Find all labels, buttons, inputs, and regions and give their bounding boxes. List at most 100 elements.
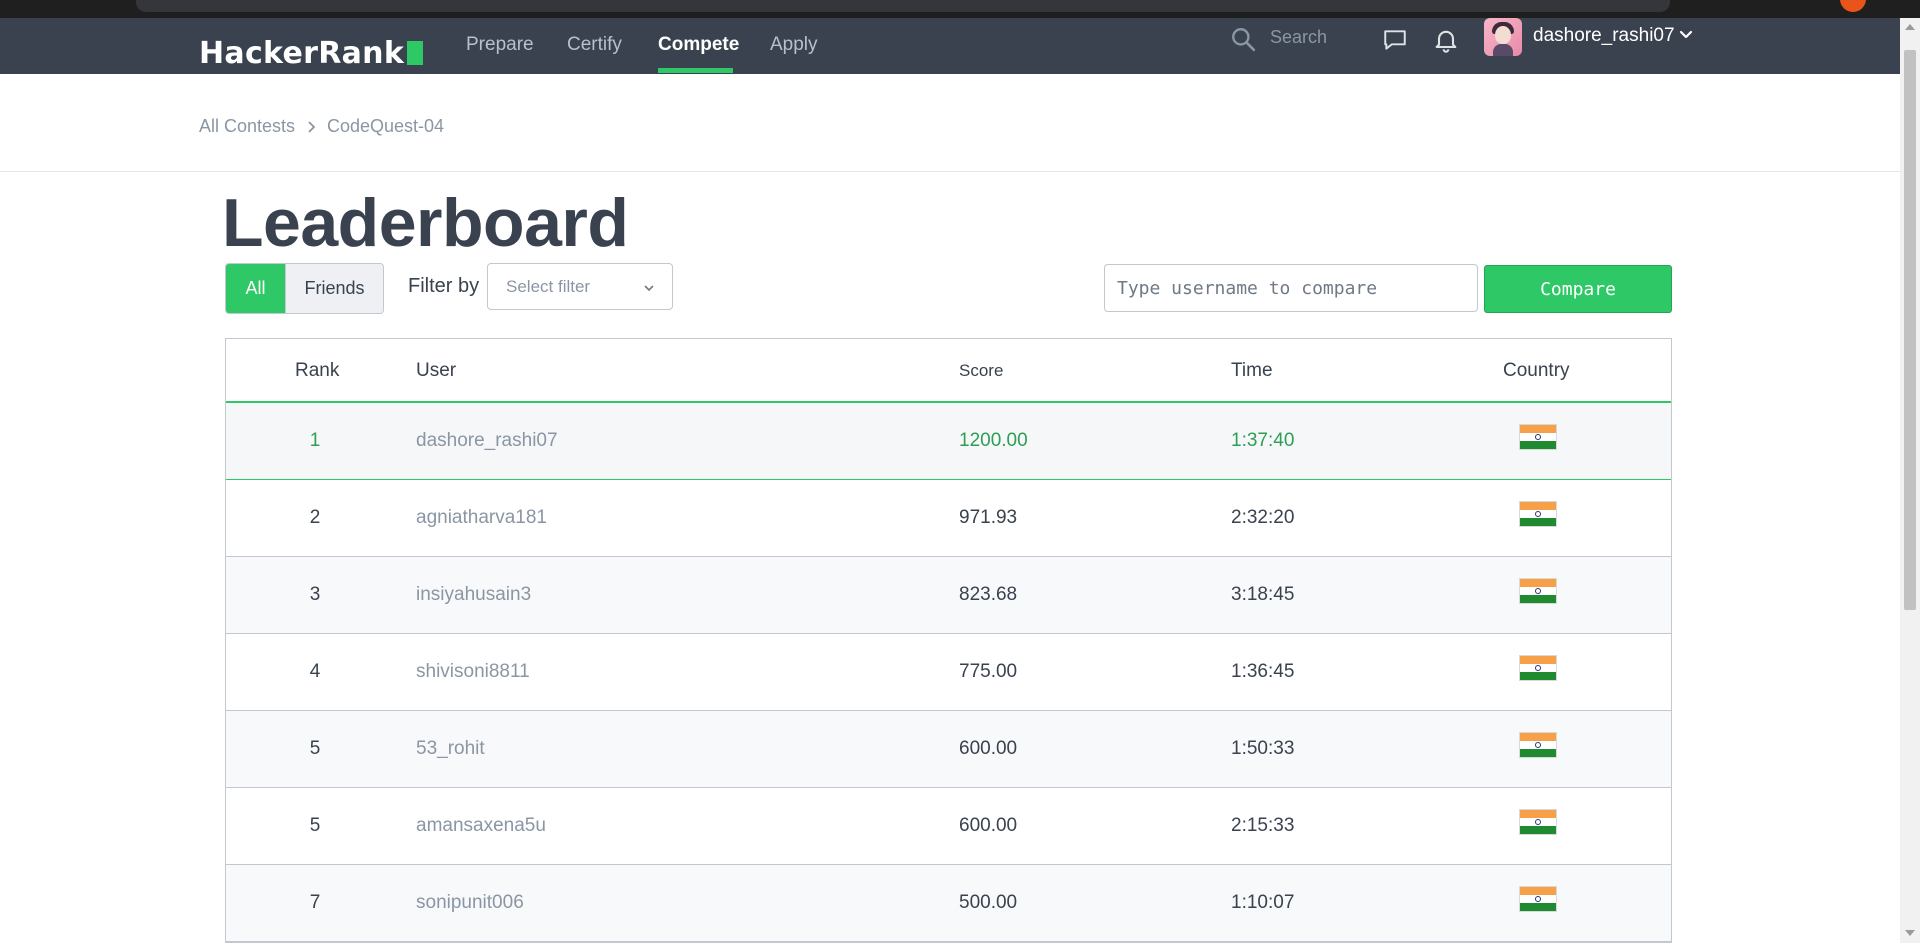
- user-link[interactable]: dashore_rashi07: [416, 430, 558, 452]
- table-row: 5 amansaxena5u 600.00 2:15:33: [226, 788, 1671, 865]
- time-cell: 3:18:45: [1231, 584, 1295, 605]
- compare-username-input[interactable]: [1104, 264, 1478, 312]
- flag-chakra-icon: [1535, 895, 1541, 902]
- search-icon[interactable]: [1230, 26, 1256, 52]
- table-body: 1 dashore_rashi07 1200.00 1:37:40 2 agniathar…: [226, 403, 1671, 942]
- active-tab-underline: [658, 68, 733, 73]
- time-cell: 1:37:40: [1231, 430, 1295, 451]
- nav-compete[interactable]: Compete: [658, 26, 739, 74]
- flag-white-band: [1520, 894, 1556, 903]
- flag-green-band: [1520, 518, 1556, 526]
- flag-chakra-icon: [1535, 818, 1541, 825]
- rank-cell: 5: [309, 738, 321, 759]
- scrollbar-thumb[interactable]: [1904, 50, 1916, 610]
- messages-icon[interactable]: [1382, 27, 1408, 53]
- nav-apply[interactable]: Apply: [770, 26, 818, 74]
- user-link[interactable]: shivisoni8811: [416, 661, 530, 683]
- user-link[interactable]: sonipunit006: [416, 892, 524, 914]
- breadcrumb-all-contests[interactable]: All Contests: [199, 116, 295, 137]
- flag-saffron-band: [1520, 425, 1556, 433]
- browser-address-bar[interactable]: [136, 0, 1670, 12]
- score-cell: 971.93: [959, 507, 1018, 528]
- browser-top-strip: [0, 0, 1920, 18]
- india-flag-icon: [1519, 424, 1557, 450]
- notifications-bell-icon[interactable]: [1432, 26, 1460, 54]
- flag-chakra-icon: [1535, 741, 1541, 748]
- flag-green-band: [1520, 826, 1556, 834]
- flag-saffron-band: [1520, 656, 1556, 664]
- scroll-up-arrow-icon[interactable]: [1905, 24, 1915, 30]
- flag-white-band: [1520, 586, 1556, 595]
- flag-saffron-band: [1520, 810, 1556, 818]
- rank-cell: 4: [309, 661, 321, 682]
- table-row: 3 insiyahusain3 823.68 3:18:45: [226, 557, 1671, 634]
- user-link[interactable]: insiyahusain3: [416, 584, 531, 606]
- top-navigation: HackerRank Prepare Certify Compete Apply…: [0, 18, 1900, 74]
- table-row: 1 dashore_rashi07 1200.00 1:37:40: [226, 403, 1671, 480]
- india-flag-icon: [1519, 732, 1557, 758]
- table-header: Rank User Score Time Country: [226, 339, 1671, 403]
- avatar-face: [1495, 26, 1511, 44]
- nav-prepare[interactable]: Prepare: [466, 26, 534, 74]
- india-flag-icon: [1519, 655, 1557, 681]
- filter-by-label: Filter by: [408, 275, 480, 297]
- table-row: 2 agniatharva181 971.93 2:32:20: [226, 480, 1671, 557]
- page-scrollbar[interactable]: [1900, 18, 1920, 943]
- flag-green-band: [1520, 903, 1556, 911]
- india-flag-icon: [1519, 809, 1557, 835]
- table-row: 4 shivisoni8811 775.00 1:36:45: [226, 634, 1671, 711]
- compare-button[interactable]: Compare: [1484, 265, 1672, 313]
- flag-white-band: [1520, 509, 1556, 518]
- browser-extension-badge[interactable]: [1840, 0, 1866, 12]
- rank-cell: 2: [309, 507, 321, 528]
- rank-cell: 3: [309, 584, 321, 605]
- header-country: Country: [1503, 360, 1570, 381]
- profile-username[interactable]: dashore_rashi07: [1533, 25, 1675, 47]
- header-time: Time: [1231, 360, 1273, 381]
- flag-saffron-band: [1520, 733, 1556, 741]
- score-cell: 600.00: [959, 738, 1018, 759]
- logo-square-icon: [407, 41, 424, 65]
- user-link[interactable]: amansaxena5u: [416, 815, 546, 837]
- hackerrank-logo[interactable]: HackerRank: [199, 35, 424, 71]
- india-flag-icon: [1519, 501, 1557, 527]
- nav-certify[interactable]: Certify: [567, 26, 622, 74]
- avatar-body: [1493, 44, 1513, 56]
- search-input[interactable]: Search: [1270, 27, 1327, 48]
- logo-text: HackerRank: [199, 35, 405, 71]
- flag-saffron-band: [1520, 887, 1556, 895]
- breadcrumb-chevron-right-icon: [308, 121, 316, 133]
- header-score: Score: [959, 361, 1004, 380]
- flag-chakra-icon: [1535, 664, 1541, 671]
- rank-cell: 7: [309, 892, 321, 913]
- india-flag-icon: [1519, 886, 1557, 912]
- breadcrumb-current: CodeQuest-04: [327, 116, 445, 136]
- user-link[interactable]: agniatharva181: [416, 507, 547, 529]
- time-cell: 2:32:20: [1231, 507, 1295, 528]
- flag-saffron-band: [1520, 502, 1556, 510]
- scope-toggle: All Friends: [225, 263, 384, 314]
- user-link[interactable]: 53_rohit: [416, 738, 485, 760]
- time-cell: 1:50:33: [1231, 738, 1295, 759]
- scroll-down-arrow-icon[interactable]: [1905, 930, 1915, 936]
- header-user: User: [416, 360, 457, 381]
- time-cell: 2:15:33: [1231, 815, 1295, 836]
- filter-all-button[interactable]: All: [226, 264, 285, 313]
- flag-green-band: [1520, 749, 1556, 757]
- flag-saffron-band: [1520, 579, 1556, 587]
- rank-cell: 5: [309, 815, 321, 836]
- score-cell: 775.00: [959, 661, 1018, 682]
- chevron-down-icon[interactable]: [1678, 27, 1694, 43]
- flag-white-band: [1520, 663, 1556, 672]
- table-row: 5 53_rohit 600.00 1:50:33: [226, 711, 1671, 788]
- filter-select-dropdown[interactable]: Select filter: [487, 263, 673, 310]
- india-flag-icon: [1519, 578, 1557, 604]
- flag-green-band: [1520, 672, 1556, 680]
- flag-white-band: [1520, 740, 1556, 749]
- flag-chakra-icon: [1535, 433, 1541, 440]
- filter-friends-button[interactable]: Friends: [285, 264, 383, 313]
- score-cell: 823.68: [959, 584, 1018, 605]
- avatar[interactable]: [1484, 18, 1522, 56]
- table-row: 7 sonipunit006 500.00 1:10:07: [226, 865, 1671, 942]
- score-cell: 500.00: [959, 892, 1018, 913]
